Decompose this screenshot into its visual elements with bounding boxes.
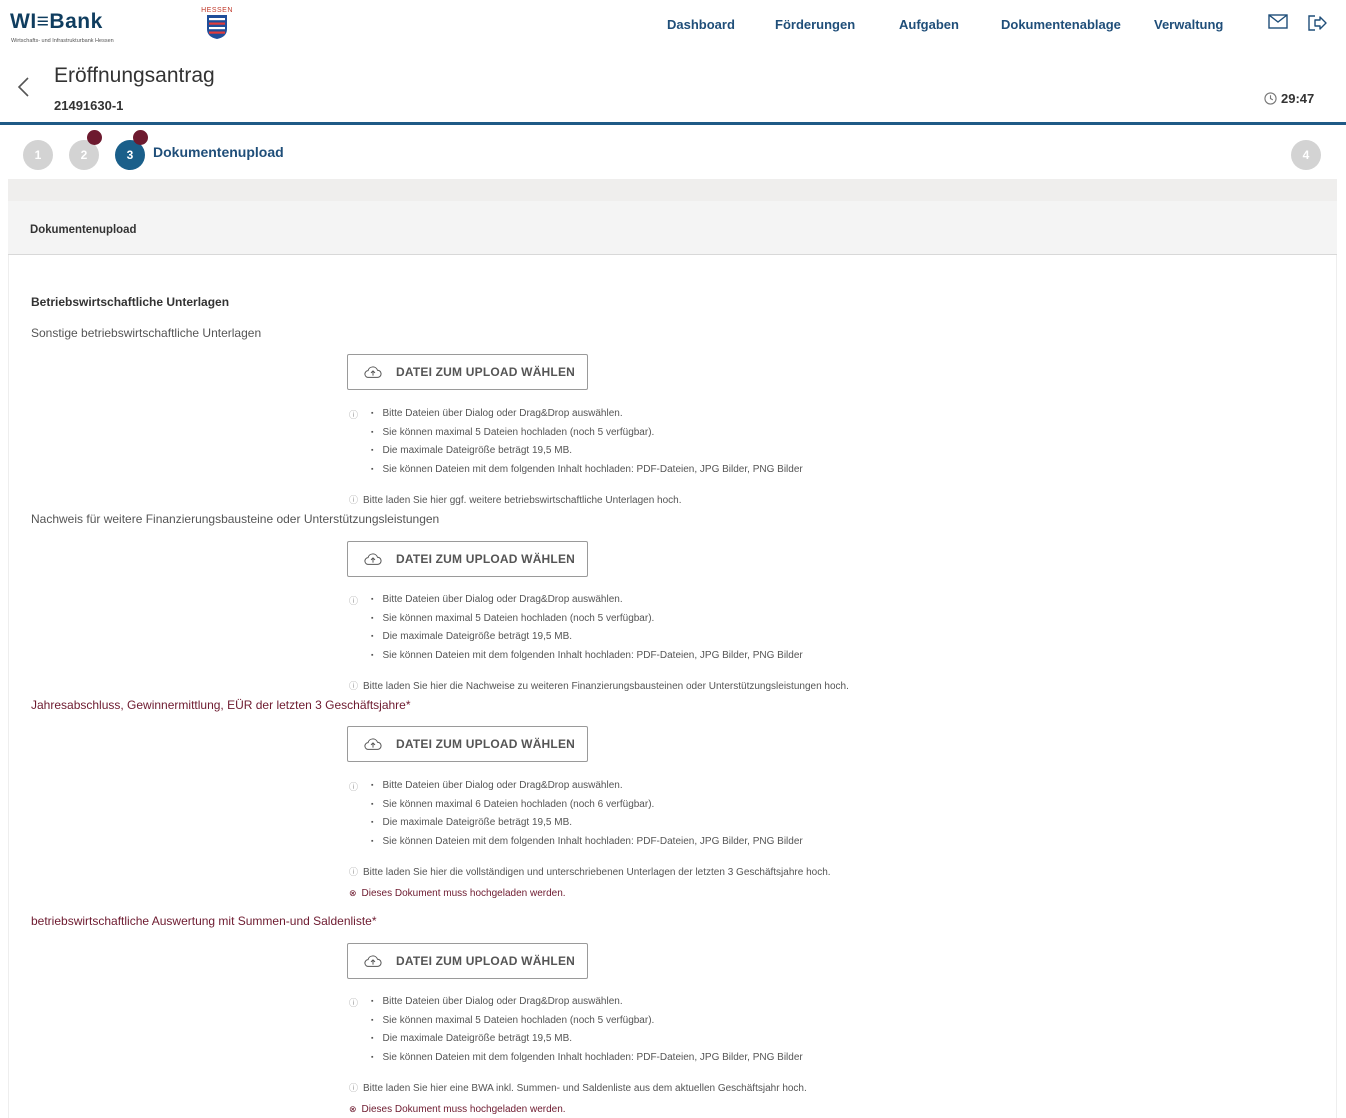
section-title: Dokumentenupload [30,222,137,236]
upload-button[interactable]: DATEI ZUM UPLOAD WÄHLEN [347,354,588,390]
upload-button-label: DATEI ZUM UPLOAD WÄHLEN [396,737,576,751]
upload-hint: ⓘ Bitte laden Sie hier ggf. weitere betri… [349,493,682,506]
rule-item: Sie können maximal 5 Dateien hochladen (… [371,1014,971,1033]
info-icon: ⓘ [349,998,359,1008]
rule-item: Bitte Dateien über Dialog oder Drag&Drop… [371,593,971,612]
rule-item: Sie können maximal 5 Dateien hochladen (… [371,612,971,631]
upload-error: ⊗ Dieses Dokument muss hochgeladen werden… [349,1104,566,1115]
hessen-label: HESSEN [201,7,233,14]
rule-item: Sie können maximal 5 Dateien hochladen (… [371,426,971,445]
section-border-left [8,255,9,1118]
rule-item: Die maximale Dateigröße beträgt 19,5 MB. [371,816,971,835]
doc-label: Sonstige betriebswirtschaftliche Unterla… [31,326,262,340]
upload-error: ⊗ Dieses Dokument muss hochgeladen werden… [349,888,566,899]
hint-text: Bitte laden Sie hier eine BWA inkl. Summ… [363,1083,807,1094]
upload-button-label: DATEI ZUM UPLOAD WÄHLEN [396,954,576,968]
section-header: Dokumentenupload [8,201,1337,255]
upload-button[interactable]: DATEI ZUM UPLOAD WÄHLEN [347,541,588,577]
upload-hint: ⓘ Bitte laden Sie hier eine BWA inkl. Sum… [349,1081,807,1094]
step-1[interactable]: 1 [23,140,53,170]
nav-dokumentenablage[interactable]: Dokumentenablage [1001,17,1121,32]
info-icon: ⓘ [349,495,359,505]
doc-label-required: Jahresabschluss, Gewinnermittlung, EÜR d… [31,698,411,712]
hessen-emblem: HESSEN [200,7,234,45]
rule-item: Bitte Dateien über Dialog oder Drag&Drop… [371,995,971,1014]
separator-band [8,179,1337,201]
info-icon: ⓘ [349,867,359,877]
upload-hint: ⓘ Bitte laden Sie hier die Nachweise zu w… [349,679,849,692]
section-border-right [1336,255,1337,1118]
step-2-status-dot [87,130,102,145]
rule-item: Sie können Dateien mit dem folgenden Inh… [371,649,971,668]
wibank-logo[interactable]: WI≡Bank Wirtschafts- und Infrastrukturba… [10,7,250,50]
rule-item: Sie können maximal 6 Dateien hochladen (… [371,798,971,817]
nav-aufgaben[interactable]: Aufgaben [899,17,959,32]
hint-text: Bitte laden Sie hier die vollständigen u… [363,867,831,878]
cloud-upload-icon [364,366,382,378]
cloud-upload-icon [364,738,382,750]
info-icon: ⓘ [349,681,359,691]
cloud-upload-icon [364,955,382,967]
rule-item: Die maximale Dateigröße beträgt 19,5 MB. [371,630,971,649]
hint-text: Bitte laden Sie hier die Nachweise zu we… [363,681,849,692]
rule-item: Bitte Dateien über Dialog oder Drag&Drop… [371,779,971,798]
doc-label: Nachweis für weitere Finanzierungsbauste… [31,512,440,526]
logo-subtitle: Wirtschafts- und Infrastrukturbank Hesse… [11,38,114,44]
error-text: Dieses Dokument muss hochgeladen werden. [361,1104,566,1115]
error-text: Dieses Dokument muss hochgeladen werden. [361,888,566,899]
error-circle-icon: ⊗ [349,888,357,898]
upload-button[interactable]: DATEI ZUM UPLOAD WÄHLEN [347,943,588,979]
upload-button[interactable]: DATEI ZUM UPLOAD WÄHLEN [347,726,588,762]
nav-foerderungen[interactable]: Förderungen [775,17,855,32]
doc-label-required: betriebswirtschaftliche Auswertung mit S… [31,914,377,928]
rule-item: Sie können Dateien mit dem folgenden Inh… [371,835,971,854]
rule-item: Bitte Dateien über Dialog oder Drag&Drop… [371,407,971,426]
title-divider [0,122,1346,125]
hessen-shield-icon [207,15,227,39]
timer-value: 29:47 [1281,91,1315,106]
logout-icon[interactable] [1307,14,1329,34]
rule-item: Sie können Dateien mit dem folgenden Inh… [371,1051,971,1070]
nav-verwaltung[interactable]: Verwaltung [1154,17,1223,32]
hint-text: Bitte laden Sie hier ggf. weitere betrie… [363,495,682,506]
upload-button-label: DATEI ZUM UPLOAD WÄHLEN [396,552,576,566]
page-title: Eröffnungsantrag [54,64,215,87]
error-circle-icon: ⊗ [349,1104,357,1114]
application-number: 21491630-1 [54,98,124,113]
info-icon: ⓘ [349,410,359,420]
info-icon: ⓘ [349,596,359,606]
step-3-status-dot [133,130,148,145]
clock-icon [1264,92,1277,105]
rule-item: Die maximale Dateigröße beträgt 19,5 MB. [371,1032,971,1051]
step-3-label: Dokumentenupload [153,144,284,160]
upload-hint: ⓘ Bitte laden Sie hier die vollständigen … [349,865,831,878]
subsection-title: Betriebswirtschaftliche Unterlagen [31,295,230,309]
rule-item: Sie können Dateien mit dem folgenden Inh… [371,463,971,482]
step-4[interactable]: 4 [1291,140,1321,170]
mail-icon[interactable] [1268,14,1290,34]
nav-dashboard[interactable]: Dashboard [667,17,735,32]
cloud-upload-icon [364,553,382,565]
stepper: 1 2 3 Dokumentenupload 4 [8,126,1337,179]
info-icon: ⓘ [349,1083,359,1093]
info-icon: ⓘ [349,782,359,792]
rule-item: Die maximale Dateigröße beträgt 19,5 MB. [371,444,971,463]
back-chevron-icon[interactable] [16,76,34,98]
upload-button-label: DATEI ZUM UPLOAD WÄHLEN [396,365,576,379]
session-timer: 29:47 [1264,91,1314,106]
